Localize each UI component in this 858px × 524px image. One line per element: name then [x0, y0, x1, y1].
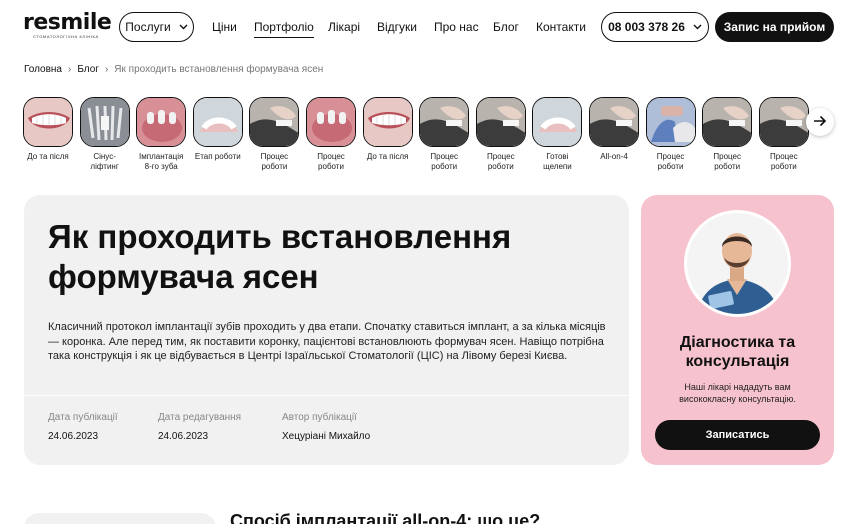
story-item[interactable]: Процес роботи [419, 97, 470, 172]
nav-portfolio[interactable]: Портфоліо [254, 20, 314, 38]
article-card: Як проходить встановлення формувача ясен… [24, 195, 629, 465]
story-thumbnail [419, 97, 470, 147]
story-label: Етап роботи [194, 152, 241, 161]
story-thumbnail [23, 97, 73, 147]
story-item[interactable]: До та після [362, 97, 413, 162]
story-thumbnail [645, 97, 696, 147]
story-thumbnail [758, 97, 809, 147]
signup-button[interactable]: Записатись [655, 420, 820, 450]
meta-edited: Дата редагування 24.06.2023 [158, 412, 241, 442]
meta-edited-label: Дата редагування [158, 412, 242, 423]
story-item[interactable]: Процес роботи [758, 97, 809, 172]
chevron-right-icon: › [104, 64, 109, 75]
story-label: Процес роботи [317, 152, 345, 171]
story-label: До та після [27, 152, 69, 161]
logo[interactable]: resmile СТОМАТОЛОГІЧНА КЛІНІКА [23, 10, 112, 40]
consultation-card: Діагностика та консультація Наші лікарі … [641, 195, 834, 465]
nav-blog[interactable]: Блог [493, 20, 519, 34]
chevron-down-icon [179, 22, 188, 32]
story-thumbnail [249, 97, 300, 147]
story-label: Процес роботи [713, 152, 741, 171]
story-label: Імплантація 8-го зуба [139, 152, 184, 171]
site-header: resmile СТОМАТОЛОГІЧНА КЛІНІКА Послуги Ц… [0, 0, 858, 54]
story-item[interactable]: Процес роботи [249, 97, 300, 172]
story-label: Сінус-ліфтинг [90, 152, 119, 171]
story-thumbnail [306, 97, 356, 147]
nav-contacts[interactable]: Контакти [536, 20, 586, 34]
story-thumbnail [532, 97, 583, 147]
services-label: Послуги [125, 20, 171, 34]
story-item[interactable]: Готові щелепи [532, 97, 583, 172]
story-item[interactable]: Етап роботи [192, 97, 243, 162]
consultation-title: Діагностика та консультація [679, 334, 796, 370]
story-item[interactable]: All-on-4 [589, 97, 639, 162]
chevron-down-icon [693, 22, 702, 32]
logo-text: resmile [23, 10, 112, 35]
story-item[interactable]: Процес роботи [702, 97, 753, 172]
nav-about[interactable]: Про нас [434, 20, 479, 34]
story-label: Процес роботи [430, 152, 458, 171]
arrow-right-icon [813, 114, 827, 131]
article-intro: Класичний протокол імплантації зубів про… [48, 321, 606, 362]
story-item[interactable]: Імплантація 8-го зуба [136, 97, 187, 172]
story-item[interactable]: Процес роботи [645, 97, 696, 172]
story-thumbnail [475, 97, 526, 147]
toc-card [24, 513, 216, 524]
story-thumbnail [362, 97, 413, 147]
story-thumbnail [702, 97, 753, 147]
story-label: Процес роботи [656, 152, 685, 171]
divider [24, 395, 629, 396]
story-label: Процес роботи [487, 152, 515, 171]
consultation-text: Наші лікарі нададуть вам висококласну ко… [679, 382, 796, 404]
nav-reviews[interactable]: Відгуки [377, 20, 417, 34]
page-title: Як проходить встановлення формувача ясен [48, 218, 512, 295]
story-label: До та після [366, 152, 409, 161]
services-dropdown[interactable]: Послуги [119, 12, 194, 42]
meta-published-value: 24.06.2023 [48, 431, 99, 442]
story-label: Процес роботи [770, 152, 798, 171]
meta-edited-value: 24.06.2023 [158, 431, 209, 442]
stories-next-button[interactable] [806, 108, 834, 136]
story-label: Процес роботи [260, 152, 289, 171]
breadcrumb-blog[interactable]: Блог [77, 64, 99, 75]
meta-author: Автор публікації Хецуріані Михайло [282, 412, 370, 442]
section-heading: Спосіб імплантації all-on-4: що це? [230, 511, 541, 524]
story-item[interactable]: Сінус-ліфтинг [79, 97, 130, 172]
story-item[interactable]: Процес роботи [475, 97, 526, 172]
breadcrumb-current: Як проходить встановлення формувача ясен [114, 64, 324, 75]
phone-number: 08 003 378 26 [608, 20, 685, 34]
story-label: All-on-4 [600, 152, 628, 161]
meta-author-value[interactable]: Хецуріані Михайло [282, 431, 370, 442]
story-label: Готові щелепи [543, 152, 572, 171]
breadcrumb: Головна › Блог › Як проходить встановлен… [24, 64, 323, 75]
story-thumbnail [136, 97, 187, 147]
chevron-right-icon: › [68, 64, 72, 75]
meta-published: Дата публікації 24.06.2023 [48, 412, 118, 442]
story-item[interactable]: Процес роботи [306, 97, 356, 172]
meta-published-label: Дата публікації [48, 412, 118, 423]
doctor-avatar [684, 210, 791, 317]
breadcrumb-home[interactable]: Головна [24, 64, 62, 75]
story-item[interactable]: До та після [23, 97, 73, 162]
story-thumbnail [589, 97, 639, 147]
phone-button[interactable]: 08 003 378 26 [601, 12, 709, 42]
meta-author-label: Автор публікації [282, 412, 357, 423]
nav-doctors[interactable]: Лікарі [328, 20, 360, 34]
nav-prices[interactable]: Ціни [212, 20, 237, 34]
story-thumbnail [79, 97, 130, 147]
book-appointment-button[interactable]: Запис на прийом [715, 12, 834, 42]
story-thumbnail [192, 97, 243, 147]
